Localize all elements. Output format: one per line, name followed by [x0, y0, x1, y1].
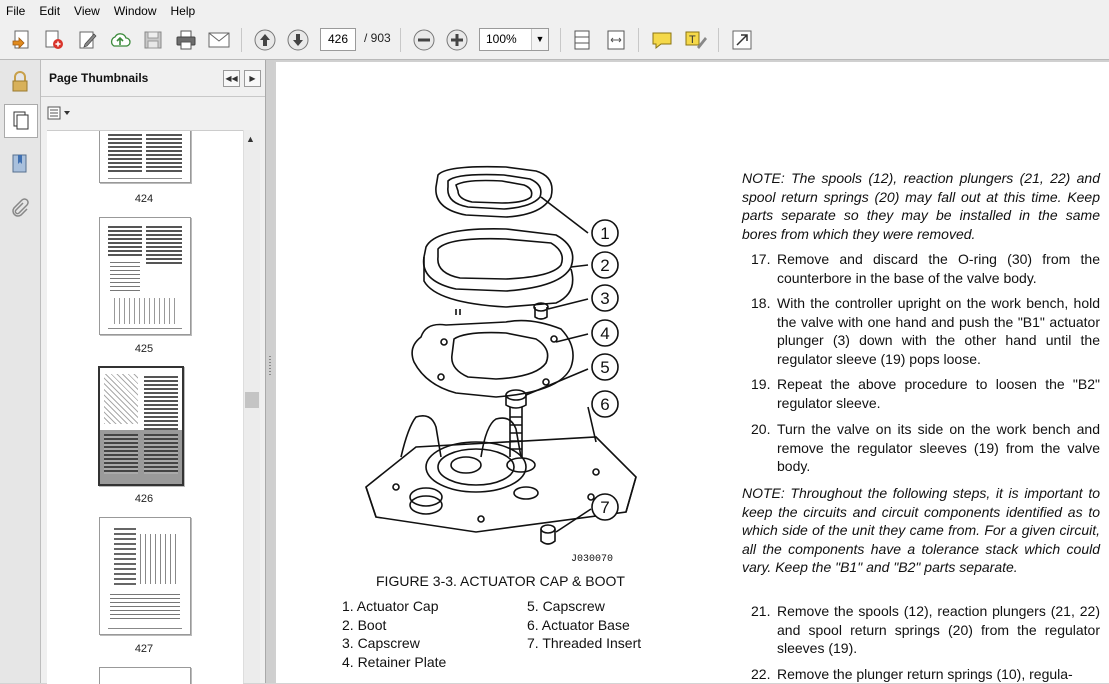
next-page-icon[interactable]	[286, 28, 310, 52]
svg-text:T: T	[689, 34, 696, 46]
note-paragraph: NOTE: Throughout the following steps, it…	[742, 485, 1100, 576]
panel-forward-icon[interactable]: ▶	[244, 70, 261, 87]
thumbnail-list[interactable]: 424 425 426 427	[47, 130, 243, 684]
chevron-down-icon[interactable]: ▼	[531, 29, 548, 50]
fit-width-icon[interactable]	[604, 28, 628, 52]
menu-bar: File Edit View Window Help	[0, 0, 1109, 22]
thumbnail-page[interactable]	[99, 667, 191, 684]
step-19: 19. Repeat the above procedure to loosen …	[751, 376, 1100, 411]
thumbnail-scrollbar[interactable]: ▲	[243, 130, 260, 683]
fit-page-icon[interactable]	[570, 28, 594, 52]
highlight-text-icon[interactable]: T	[684, 28, 708, 52]
actuator-diagram: 1 2 3 4 5 6 7 J030070	[365, 165, 637, 565]
thumbnail-page[interactable]	[99, 131, 191, 183]
page-thumbnails-icon[interactable]	[4, 104, 38, 138]
menu-edit[interactable]: Edit	[33, 4, 68, 18]
expand-icon[interactable]	[730, 28, 754, 52]
figure-legend-right: 5. Capscrew 6. Actuator Base 7. Threaded…	[527, 597, 641, 653]
note-paragraph: NOTE: The spools (12), reaction plungers…	[742, 170, 1100, 242]
step-21: 21. Remove the spools (12), reaction plun…	[751, 603, 1100, 657]
legend-item: 6. Actuator Base	[527, 616, 630, 633]
edit-document-icon[interactable]	[76, 28, 100, 52]
legend-item: 5. Capscrew	[527, 598, 605, 614]
upload-cloud-icon[interactable]	[108, 28, 132, 52]
thumbnail-page[interactable]	[99, 517, 191, 635]
print-icon[interactable]	[174, 28, 198, 52]
document-view[interactable]: 1 2 3 4 5 6 7 J030070 FIGURE 3-3. ACTUAT…	[274, 60, 1109, 683]
page-number-input[interactable]: 426	[320, 28, 356, 51]
menu-window[interactable]: Window	[108, 4, 165, 18]
email-icon[interactable]	[207, 28, 231, 52]
scrollbar-thumb[interactable]	[245, 392, 259, 408]
page-total: / 903	[364, 31, 391, 45]
callout-7: 7	[600, 498, 609, 517]
thumbnail-label: 425	[134, 343, 154, 355]
combine-files-icon[interactable]	[42, 28, 66, 52]
callout-2: 2	[600, 256, 609, 275]
attachment-icon[interactable]	[4, 192, 36, 224]
menu-view[interactable]: View	[68, 4, 108, 18]
figure-caption: FIGURE 3-3. ACTUATOR CAP & BOOT	[376, 573, 625, 589]
panel-splitter[interactable]	[266, 60, 274, 683]
create-pdf-icon[interactable]	[10, 28, 34, 52]
thumbnail-label: 426	[134, 493, 154, 505]
legend-item: 4. Retainer Plate	[342, 653, 447, 670]
options-menu-icon[interactable]	[47, 106, 73, 122]
lock-icon[interactable]	[4, 66, 36, 98]
thumbnail-page[interactable]	[99, 217, 191, 335]
legend-item: 2. Boot	[342, 616, 387, 633]
legend-item: 1. Actuator Cap	[342, 598, 439, 614]
thumbnail-page-selected[interactable]	[98, 366, 184, 486]
menu-help[interactable]: Help	[165, 4, 204, 18]
toolbar: 426 / 903 100% ▼ T	[0, 21, 1109, 60]
callout-6: 6	[600, 395, 609, 414]
collapse-panel-icon[interactable]: ◀◀	[223, 70, 240, 87]
figure-code: J030070	[571, 554, 613, 565]
zoom-in-icon[interactable]	[445, 28, 469, 52]
pdf-page: 1 2 3 4 5 6 7 J030070 FIGURE 3-3. ACTUAT…	[276, 62, 1109, 683]
figure-legend-left: 1. Actuator Cap 2. Boot 3. Capscrew 4. R…	[342, 597, 446, 671]
panel-title: Page Thumbnails	[49, 71, 149, 85]
thumbnail-label: 427	[134, 643, 154, 655]
navigation-rail	[0, 60, 41, 683]
step-20: 20. Turn the valve on its side on the wor…	[751, 421, 1100, 475]
previous-page-icon[interactable]	[253, 28, 277, 52]
step-17: 17. Remove and discard the O-ring (30) fr…	[751, 251, 1100, 286]
zoom-select[interactable]: 100% ▼	[479, 28, 549, 51]
bookmark-icon[interactable]	[4, 148, 36, 180]
step-22: 22. Remove the plunger return springs (10…	[751, 666, 1073, 682]
zoom-value: 100%	[486, 32, 517, 46]
callout-3: 3	[600, 289, 609, 308]
zoom-out-icon[interactable]	[412, 28, 436, 52]
comment-icon[interactable]	[650, 28, 674, 52]
scroll-up-icon[interactable]: ▲	[246, 134, 255, 144]
callout-5: 5	[600, 358, 609, 377]
legend-item: 7. Threaded Insert	[527, 635, 642, 652]
save-icon[interactable]	[141, 28, 165, 52]
thumbnail-label: 424	[134, 193, 154, 205]
legend-item: 3. Capscrew	[342, 635, 420, 652]
thumbnails-panel: Page Thumbnails ◀◀ ▶ 424 425 426 427 ▲	[41, 60, 266, 684]
menu-file[interactable]: File	[0, 4, 33, 18]
callout-4: 4	[600, 324, 609, 343]
callout-1: 1	[600, 224, 609, 243]
step-18: 18. With the controller upright on the wo…	[751, 295, 1100, 367]
